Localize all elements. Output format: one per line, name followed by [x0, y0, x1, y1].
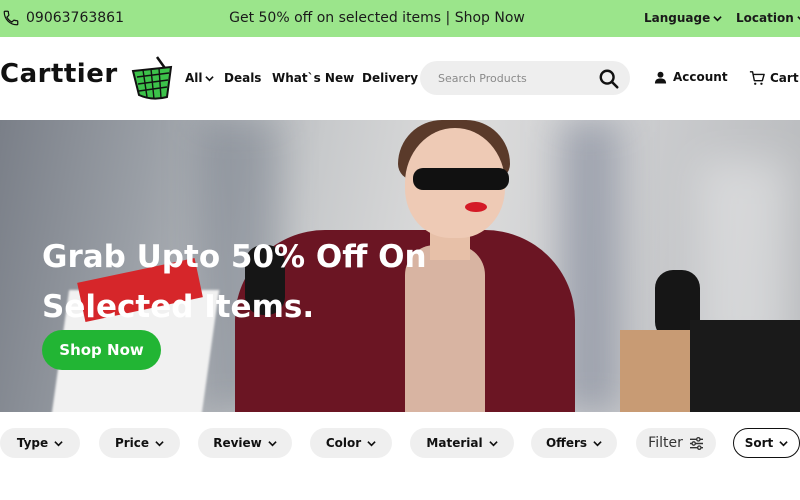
filter-type-dropdown[interactable]: Type [0, 428, 80, 458]
logo-wordmark[interactable]: Carttier [0, 59, 118, 89]
hero-headline-line2: Selected Items. [42, 289, 315, 325]
chevron-down-icon [268, 440, 277, 446]
cart-icon [749, 71, 765, 85]
filter-material-label: Material [426, 436, 483, 450]
filter-offers-label: Offers [545, 436, 588, 450]
language-label: Language [644, 11, 711, 25]
hero-headline: Grab Upto 50% Off On Selected Items. [42, 232, 427, 332]
chevron-down-icon [155, 440, 164, 446]
nav-deals[interactable]: Deals [224, 71, 261, 85]
filter-button[interactable]: Filter [636, 428, 716, 458]
shop-now-button[interactable]: Shop Now [42, 330, 161, 370]
chevron-down-icon [367, 440, 376, 446]
language-selector[interactable]: Language [644, 11, 722, 25]
chevron-down-icon [204, 75, 214, 81]
promo-bar: 09063763861 Get 50% off on selected item… [0, 0, 800, 37]
nav-all-dropdown[interactable]: All [185, 71, 214, 85]
basket-logo-icon[interactable] [127, 53, 177, 103]
location-label: Location [736, 11, 794, 25]
user-icon [654, 71, 667, 84]
promo-text[interactable]: Get 50% off on selected items | Shop Now [0, 10, 754, 26]
filter-offers-dropdown[interactable]: Offers [531, 428, 617, 458]
sort-dropdown[interactable]: Sort [733, 428, 800, 458]
chevron-down-icon [593, 440, 602, 446]
cart-link[interactable]: Cart [749, 70, 799, 86]
nav-all-label: All [185, 71, 203, 85]
nav-delivery[interactable]: Delivery [362, 71, 418, 85]
chevron-down-icon [54, 440, 63, 446]
site-header: Carttier All Deals What`s New Delivery A… [0, 37, 800, 120]
sliders-icon [689, 436, 703, 450]
chevron-down-icon [779, 440, 788, 446]
hero-headline-line1: Grab Upto 50% Off On [42, 239, 427, 275]
search-input[interactable] [438, 69, 588, 87]
sort-label: Sort [744, 436, 774, 450]
filter-type-label: Type [16, 436, 49, 450]
search-bar [420, 61, 630, 95]
search-icon[interactable] [598, 68, 620, 90]
filter-price-dropdown[interactable]: Price [99, 428, 180, 458]
hero-banner: Grab Upto 50% Off On Selected Items. Sho… [0, 120, 800, 412]
filter-price-label: Price [114, 436, 150, 450]
filter-bar: Type Price Review Color Material Offers … [0, 412, 800, 474]
nav-whats-new[interactable]: What`s New [272, 71, 354, 85]
chevron-down-icon [488, 440, 498, 446]
cart-label: Cart [770, 71, 799, 85]
filter-color-label: Color [325, 436, 362, 450]
account-label: Account [673, 70, 728, 84]
account-link[interactable]: Account [654, 70, 728, 84]
filter-material-dropdown[interactable]: Material [410, 428, 514, 458]
chevron-down-icon [713, 15, 722, 21]
filter-color-dropdown[interactable]: Color [310, 428, 392, 458]
filter-review-label: Review [213, 436, 262, 450]
filter-review-dropdown[interactable]: Review [198, 428, 292, 458]
filter-button-label: Filter [648, 435, 683, 451]
location-selector[interactable]: Location [736, 11, 800, 25]
